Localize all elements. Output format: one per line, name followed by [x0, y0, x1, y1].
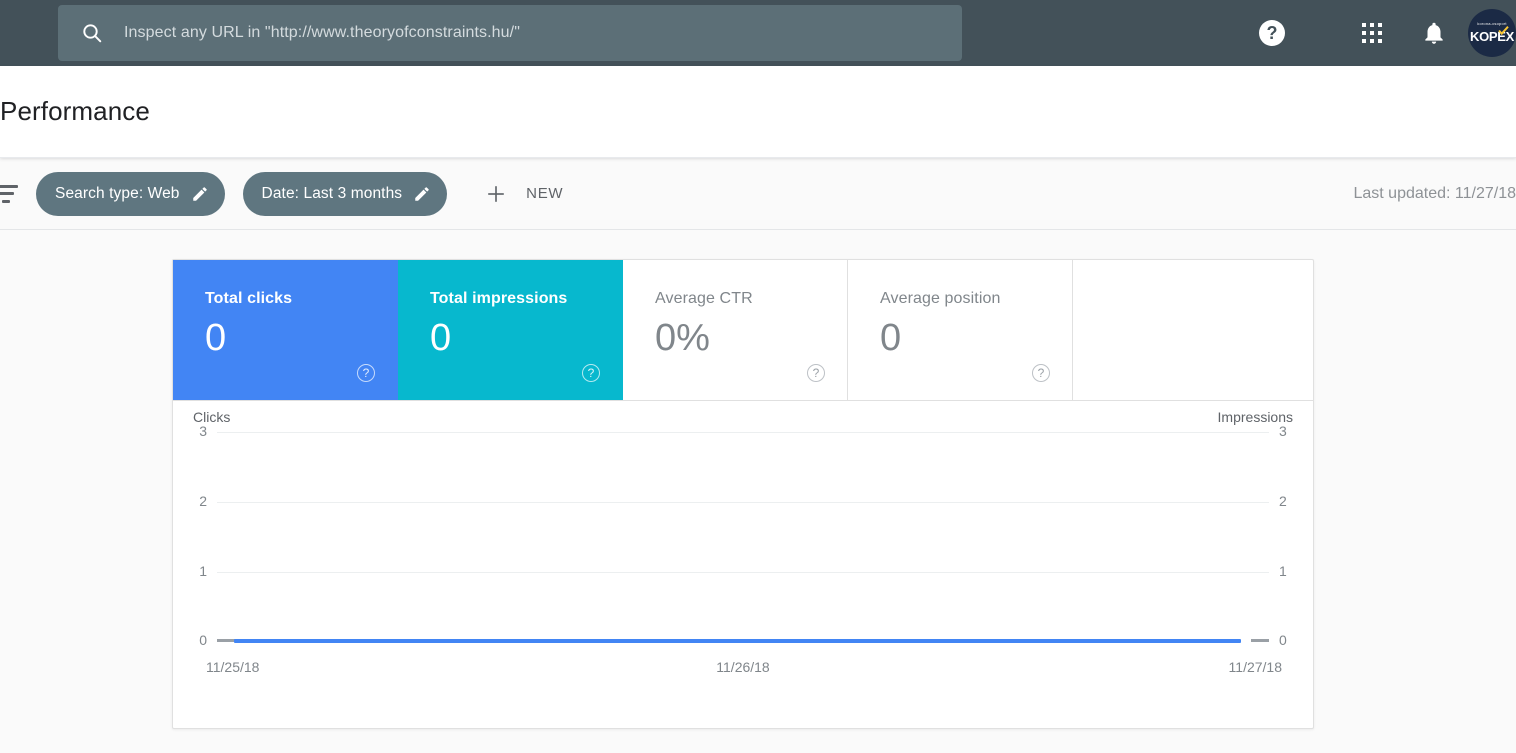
- plus-icon: [488, 185, 504, 202]
- help-icon[interactable]: ?: [1032, 364, 1050, 382]
- topbar-actions: ? korona-csoport KOPEX: [1248, 0, 1516, 66]
- y-tick-left: 2: [199, 493, 207, 509]
- clicks-series-line[interactable]: [234, 639, 1241, 643]
- gridline: 2 2: [199, 493, 1287, 509]
- chart-x-axis-labels: 11/25/18 11/26/18 11/27/18: [206, 659, 1282, 679]
- x-tick-label: 11/27/18: [1228, 659, 1282, 675]
- metric-label: Total clicks: [205, 290, 293, 307]
- axis-tick-right: [1251, 639, 1269, 642]
- performance-panel: Total clicks 0 ? Total impressions 0 ? A…: [172, 259, 1314, 729]
- filter-chip-search-type[interactable]: Search type: Web: [36, 171, 225, 216]
- search-icon: [83, 24, 102, 43]
- notifications-bell-icon: [1425, 22, 1443, 44]
- metric-value: 0: [880, 317, 902, 359]
- gridline: 3 3: [199, 423, 1287, 439]
- chart-plot-area: 3 3 2 2 1 1 0 0: [199, 423, 1287, 648]
- y-tick-right: 3: [1279, 423, 1287, 439]
- y-tick-left: 3: [199, 423, 207, 439]
- metric-label: Total impressions: [430, 290, 568, 307]
- y-tick-left: 0: [199, 632, 207, 648]
- page-title: Performance: [0, 96, 150, 126]
- url-inspection-search-box[interactable]: Inspect any URL in "http://www.theoryofc…: [58, 5, 962, 61]
- last-updated-text: Last updated: 11/27/18: [1353, 184, 1516, 202]
- x-tick-label: 11/25/18: [206, 659, 260, 675]
- new-filter-label: NEW: [526, 185, 564, 202]
- top-app-bar: Inspect any URL in "http://www.theoryofc…: [0, 0, 1516, 66]
- axis-tick-left: [217, 639, 235, 642]
- apps-grid-icon: [1362, 23, 1382, 43]
- y-tick-right: 1: [1279, 563, 1287, 579]
- performance-content: Total clicks 0 ? Total impressions 0 ? A…: [0, 230, 1516, 753]
- metric-cards: Total clicks 0 ? Total impressions 0 ? A…: [173, 260, 1313, 401]
- help-icon[interactable]: ?: [807, 364, 825, 382]
- performance-chart: Clicks Impressions 3 3 2 2 1 1 0 0 11/25…: [173, 401, 1313, 728]
- metric-card-average-position[interactable]: Average position 0 ?: [848, 260, 1073, 400]
- metric-card-average-ctr[interactable]: Average CTR 0% ?: [623, 260, 848, 400]
- filter-chip-date[interactable]: Date: Last 3 months: [242, 171, 448, 216]
- pencil-icon: [415, 186, 429, 201]
- notifications-button[interactable]: [1410, 9, 1458, 57]
- page-header: Performance: [0, 66, 1516, 158]
- filter-icon[interactable]: [0, 184, 22, 203]
- y-tick-left: 1: [199, 563, 207, 579]
- gridline: 1 1: [199, 563, 1287, 579]
- filter-chip-date-label: Date: Last 3 months: [261, 184, 403, 202]
- new-filter-button[interactable]: NEW: [481, 177, 575, 211]
- metric-label: Average position: [880, 290, 1001, 307]
- filter-bar: Search type: Web Date: Last 3 months NEW…: [0, 158, 1516, 230]
- avatar[interactable]: korona-csoport KOPEX: [1468, 9, 1516, 57]
- google-apps-button[interactable]: [1348, 9, 1396, 57]
- x-tick-label: 11/26/18: [716, 659, 770, 675]
- filter-chip-search-type-label: Search type: Web: [55, 184, 180, 202]
- avatar-check-icon: [1498, 26, 1509, 35]
- metric-card-total-clicks[interactable]: Total clicks 0 ?: [173, 260, 398, 400]
- metric-card-empty-slot: [1073, 260, 1313, 400]
- metric-value: 0: [205, 317, 227, 359]
- help-button[interactable]: ?: [1248, 9, 1296, 57]
- help-icon: ?: [1259, 20, 1285, 46]
- y-tick-right: 0: [1279, 632, 1287, 648]
- metric-label: Average CTR: [655, 290, 753, 307]
- metric-value: 0%: [655, 317, 710, 359]
- metric-value: 0: [430, 317, 452, 359]
- help-icon[interactable]: ?: [357, 364, 375, 382]
- metric-card-total-impressions[interactable]: Total impressions 0 ?: [398, 260, 623, 400]
- help-icon[interactable]: ?: [582, 364, 600, 382]
- search-input-placeholder: Inspect any URL in "http://www.theoryofc…: [124, 24, 521, 41]
- y-tick-right: 2: [1279, 493, 1287, 509]
- pencil-icon: [192, 186, 207, 201]
